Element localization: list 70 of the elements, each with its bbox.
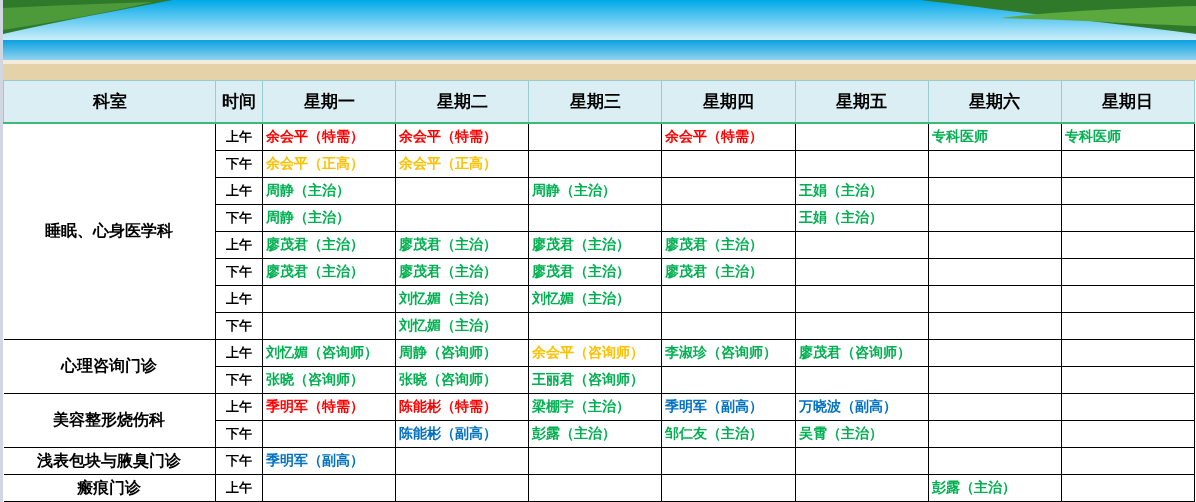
doctor-entry: 余会平（特需） xyxy=(665,128,764,144)
column-header: 时间 xyxy=(215,80,263,123)
doctor-entry: 万晓波（副高） xyxy=(798,398,897,414)
doctor-entry: 周静（主治） xyxy=(532,182,617,198)
doctor-entry: 李淑珍（咨询师） xyxy=(665,344,778,360)
column-header: 星期五 xyxy=(795,80,929,123)
doctor-entry: 余会平（咨询师） xyxy=(532,344,645,360)
time-cell: 下午 xyxy=(215,420,263,448)
doctor-entry: 王娟（主治） xyxy=(798,182,883,198)
time-cell: 下午 xyxy=(215,258,263,286)
doctor-entry: 陈能彬（副高） xyxy=(399,425,498,441)
department-cell: 美容整形烧伤科 xyxy=(3,393,216,448)
doctor-entry: 刘忆媚（主治） xyxy=(532,290,631,306)
doctor-entry: 张晓（咨询师） xyxy=(399,371,498,387)
doctor-entry: 周静（主治） xyxy=(266,209,350,225)
doctor-entry: 彭露（主治） xyxy=(931,479,1016,495)
time-cell: 上午 xyxy=(215,474,263,502)
column-header: 星期三 xyxy=(528,80,662,123)
time-cell: 上午 xyxy=(215,339,263,367)
time-cell: 下午 xyxy=(215,366,263,394)
doctor-entry: 梁棚宇（主治） xyxy=(532,398,631,414)
doctor-entry: 吴霄（主治） xyxy=(798,425,883,441)
time-cell: 上午 xyxy=(215,177,263,205)
doctor-entry: 王娟（主治） xyxy=(798,209,883,225)
doctor-entry: 彭露（主治） xyxy=(532,425,617,441)
column-header: 星期二 xyxy=(395,80,529,123)
time-cell: 下午 xyxy=(215,312,263,340)
doctor-entry: 廖茂君（主治） xyxy=(665,263,764,279)
time-cell: 上午 xyxy=(215,123,263,151)
doctor-entry: 廖茂君（主治） xyxy=(532,236,631,252)
doctor-entry: 廖茂君（主治） xyxy=(532,263,631,279)
department-cell: 睡眠、心身医学科 xyxy=(3,123,216,340)
doctor-entry: 专科医师 xyxy=(1064,128,1121,144)
time-cell: 下午 xyxy=(215,150,263,178)
doctor-entry: 廖茂君（主治） xyxy=(665,236,764,252)
doctor-entry: 刘忆媚（主治） xyxy=(399,290,498,306)
column-header: 星期四 xyxy=(661,80,796,123)
column-header: 星期一 xyxy=(262,80,396,123)
doctor-entry: 廖茂君（主治） xyxy=(266,236,364,252)
doctor-entry: 周静（咨询师） xyxy=(399,344,498,360)
department-cell: 瘢痕门诊 xyxy=(3,474,216,502)
doctor-entry: 陈能彬（特需） xyxy=(399,398,498,414)
column-header: 科室 xyxy=(3,80,216,123)
doctor-entry: 专科医师 xyxy=(931,128,988,144)
time-cell: 下午 xyxy=(215,447,263,475)
doctor-entry: 余会平（特需） xyxy=(266,128,364,144)
department-cell: 浅表包块与腋臭门诊 xyxy=(3,447,216,475)
doctor-entry: 季明军（副高） xyxy=(665,398,764,414)
doctor-entry: 廖茂君（主治） xyxy=(399,236,498,252)
doctor-entry: 季明军（特需） xyxy=(266,398,364,414)
doctor-entry: 邹仁友（主治） xyxy=(665,425,764,441)
doctor-entry: 王丽君（咨询师） xyxy=(532,371,645,387)
department-cell: 心理咨询门诊 xyxy=(3,339,216,394)
doctor-entry: 季明军（副高） xyxy=(266,452,364,468)
doctor-entry: 廖茂君（主治） xyxy=(399,263,498,279)
doctor-entry: 刘忆媚（咨询师） xyxy=(266,344,378,360)
doctor-entry: 余会平（正高） xyxy=(399,155,498,171)
doctor-entry: 张晓（咨询师） xyxy=(266,371,364,387)
time-cell: 上午 xyxy=(215,285,263,313)
time-cell: 上午 xyxy=(215,231,263,259)
column-header: 星期六 xyxy=(928,80,1062,123)
doctor-entry: 廖茂君（主治） xyxy=(266,263,364,279)
doctor-entry: 余会平（正高） xyxy=(266,155,364,171)
doctor-entry: 余会平（特需） xyxy=(399,128,498,144)
column-header: 星期日 xyxy=(1061,80,1195,123)
doctor-entry: 刘忆媚（主治） xyxy=(399,317,498,333)
time-cell: 下午 xyxy=(215,204,263,232)
time-cell: 上午 xyxy=(215,393,263,421)
doctor-entry: 周静（主治） xyxy=(266,182,350,198)
doctor-entry: 廖茂君（咨询师） xyxy=(798,344,911,360)
